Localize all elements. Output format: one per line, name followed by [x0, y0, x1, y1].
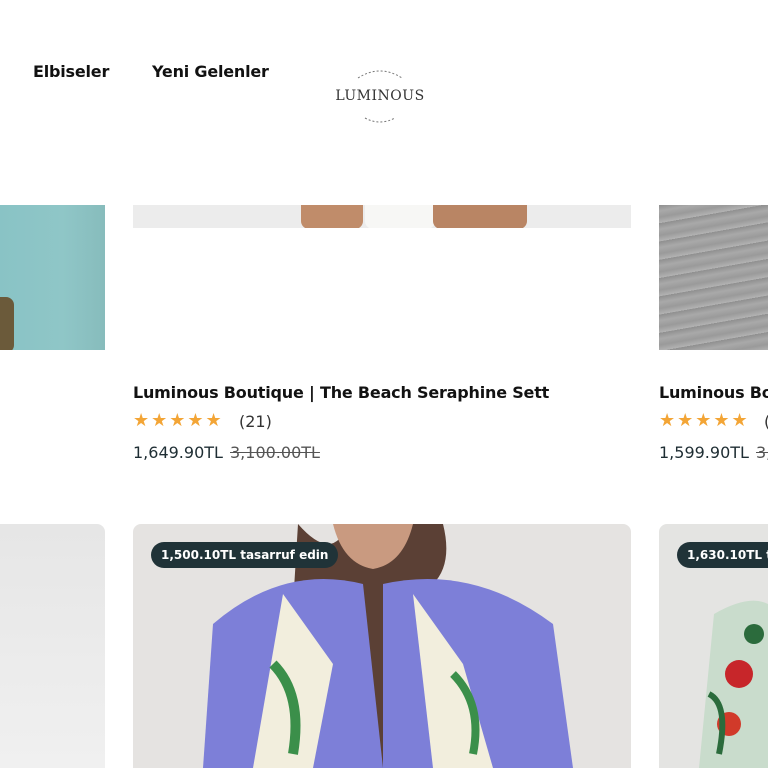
product-image-teal[interactable]: [0, 205, 105, 350]
rating-stars: ★★★★★: [133, 410, 224, 431]
logo-text: LUMINOUS: [335, 88, 425, 104]
review-count: (: [764, 412, 768, 431]
product-title[interactable]: Luminous Boutique | The Beach Seraphine …: [133, 383, 549, 402]
sale-price: 1,599.90TL: [659, 443, 749, 462]
review-count: (21): [239, 412, 272, 431]
rating-stars: ★★★★★: [659, 410, 750, 431]
product-figure-leg: [301, 205, 363, 228]
product-figure: [0, 297, 14, 350]
product-image-grey[interactable]: [0, 524, 105, 768]
brand-logo[interactable]: LUMINOUS: [330, 62, 430, 126]
nav-link-yeni-gelenler[interactable]: Yeni Gelenler: [152, 62, 269, 81]
sale-price: 1,649.90TL: [133, 443, 223, 462]
savings-badge: 1,630.10TL ta: [677, 542, 768, 568]
nav-link-elbiseler[interactable]: Elbiseler: [33, 62, 109, 81]
original-price: 3,100.00TL: [230, 443, 320, 462]
product-image-seraphine[interactable]: [133, 205, 631, 228]
original-price: 3,: [756, 443, 768, 462]
product-figure-leg: [433, 205, 527, 228]
savings-badge: 1,500.10TL tasarruf edin: [151, 542, 339, 568]
product-image-sand[interactable]: [659, 205, 768, 350]
product-figure-skirt: [365, 205, 435, 228]
product-title[interactable]: Luminous Bou: [659, 383, 768, 402]
